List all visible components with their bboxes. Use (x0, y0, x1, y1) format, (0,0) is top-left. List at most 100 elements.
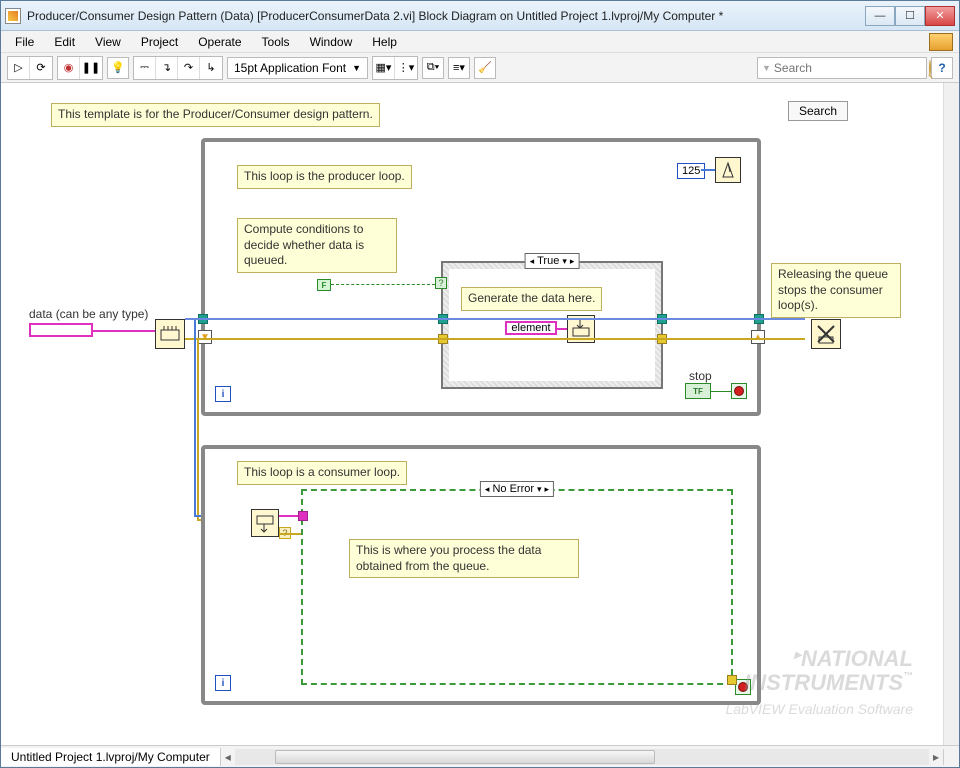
case-next-icon[interactable]: ▸ (545, 484, 550, 495)
menubar: File Edit View Project Operate Tools Win… (1, 31, 959, 53)
stop-control[interactable]: TF (685, 383, 711, 399)
scrollbar-thumb[interactable] (275, 750, 655, 764)
wire-dequeue-error (279, 533, 301, 535)
step-out-button[interactable]: ↳ (200, 57, 222, 79)
search-box[interactable]: ▼ (757, 57, 927, 79)
titlebar[interactable]: Producer/Consumer Design Pattern (Data) … (1, 1, 959, 31)
wire-error-main (185, 338, 805, 340)
close-button[interactable]: ✕ (925, 6, 955, 26)
case-tunnel-data (298, 511, 308, 521)
data-control[interactable] (29, 323, 93, 337)
search-palette-button[interactable]: Search (788, 101, 848, 121)
watermark: ▸NATIONAL INSTRUMENTS™ (744, 647, 913, 695)
release-comment[interactable]: Releasing the queue stops the consumer l… (771, 263, 901, 318)
case-prev-icon[interactable]: ◂ (530, 256, 535, 267)
generate-comment[interactable]: Generate the data here. (461, 287, 602, 311)
process-comment[interactable]: This is where you process the data obtai… (349, 539, 579, 578)
horizontal-scrollbar[interactable] (235, 749, 929, 765)
labview-icon (5, 8, 21, 24)
compute-comment[interactable]: Compute conditions to decide whether dat… (237, 218, 397, 273)
consumer-loop-condition[interactable] (735, 679, 751, 695)
run-continuous-button[interactable]: ⟳ (30, 57, 52, 79)
search-icon (929, 60, 931, 76)
enqueue-icon (570, 318, 592, 340)
menu-view[interactable]: View (87, 33, 129, 51)
chevron-down-icon: ▼ (352, 63, 361, 73)
menu-help[interactable]: Help (364, 33, 405, 51)
metronome-icon (718, 160, 738, 180)
consumer-comment[interactable]: This loop is a consumer loop. (237, 461, 407, 485)
wire-queue-down (194, 320, 196, 516)
step-into-button[interactable]: ↴ (156, 57, 178, 79)
producer-comment[interactable]: This loop is the producer loop. (237, 165, 412, 189)
run-button[interactable]: ▷ (8, 57, 30, 79)
abort-button[interactable]: ◉ (58, 57, 80, 79)
wire-stop (711, 391, 731, 392)
menu-project[interactable]: Project (133, 33, 186, 51)
dequeue-element-node[interactable] (251, 509, 279, 537)
toolbar: ▷ ⟳ ◉ ❚❚ 💡 ⎓ ↴ ↷ ↳ 15pt Application Font… (1, 53, 959, 83)
case-selector-terminal[interactable]: ? (435, 277, 447, 289)
highlight-button[interactable]: 💡 (107, 57, 129, 79)
wire-pink (93, 330, 155, 332)
shift-register-left: ▼ (198, 330, 212, 344)
retain-wires-button[interactable]: ⎓ (134, 57, 156, 79)
window-title: Producer/Consumer Design Pattern (Data) … (27, 9, 865, 23)
case-selector-noerror[interactable]: ◂ No Error ▾ ▸ (480, 481, 554, 497)
wait-ms-node[interactable] (715, 157, 741, 183)
release-queue-node[interactable] (811, 319, 841, 349)
case-selector-true[interactable]: ◂ True ▾ ▸ (525, 253, 580, 269)
template-comment[interactable]: This template is for the Producer/Consum… (51, 103, 380, 127)
ms-constant[interactable]: 125 (677, 163, 705, 179)
resize-button[interactable]: ⧉▾ (422, 57, 444, 79)
vertical-scrollbar[interactable] (943, 83, 959, 745)
case-prev-icon[interactable]: ◂ (485, 484, 490, 495)
loop-condition-terminal[interactable] (731, 383, 747, 399)
stop-icon (738, 682, 748, 692)
reorder-button[interactable]: ≡▾ (448, 57, 470, 79)
wire-bool (331, 284, 435, 285)
menu-tools[interactable]: Tools (254, 33, 298, 51)
stop-label: stop (689, 369, 712, 383)
wire-blue (701, 169, 715, 171)
search-input[interactable] (774, 61, 929, 75)
menu-edit[interactable]: Edit (46, 33, 83, 51)
menu-operate[interactable]: Operate (190, 33, 249, 51)
case-dropdown-icon[interactable]: ▾ (562, 256, 567, 267)
resize-grip[interactable] (943, 749, 959, 765)
maximize-button[interactable]: ☐ (895, 6, 925, 26)
menu-window[interactable]: Window (302, 33, 361, 51)
false-constant[interactable]: F (317, 279, 331, 291)
chevron-down-icon: ▼ (762, 63, 771, 73)
obtain-queue-node[interactable] (155, 319, 185, 349)
scroll-left-button[interactable]: ◂ (221, 750, 235, 764)
menu-file[interactable]: File (7, 33, 42, 51)
align-button[interactable]: ▦▾ (373, 57, 395, 79)
scroll-right-button[interactable]: ▸ (929, 750, 943, 764)
cleanup-button[interactable]: 🧹 (474, 57, 496, 79)
step-over-button[interactable]: ↷ (178, 57, 200, 79)
vi-icon[interactable] (929, 33, 953, 51)
application-window: Producer/Consumer Design Pattern (Data) … (0, 0, 960, 768)
minimize-button[interactable]: — (865, 6, 895, 26)
block-diagram-canvas[interactable]: This template is for the Producer/Consum… (1, 83, 959, 745)
case-dropdown-icon[interactable]: ▾ (537, 484, 542, 495)
iteration-terminal[interactable]: i (215, 386, 231, 402)
context-help-button[interactable]: ? (931, 57, 953, 79)
queue-icon (158, 322, 182, 346)
wire-element (557, 328, 567, 330)
font-dropdown[interactable]: 15pt Application Font ▼ (227, 57, 368, 79)
case-next-icon[interactable]: ▸ (570, 256, 575, 267)
wire-error-down (197, 340, 199, 520)
pause-button[interactable]: ❚❚ (80, 57, 102, 79)
consumer-error-tunnel (727, 675, 737, 685)
case-structure-consumer[interactable]: ◂ No Error ▾ ▸ (301, 489, 733, 685)
wire-queue-main (185, 318, 805, 320)
distribute-button[interactable]: ⋮▾ (395, 57, 417, 79)
statusbar: Untitled Project 1.lvproj/My Computer ◂ … (1, 745, 959, 767)
stop-icon (734, 386, 744, 396)
iteration-terminal-consumer[interactable]: i (215, 675, 231, 691)
project-path-tab[interactable]: Untitled Project 1.lvproj/My Computer (1, 748, 221, 766)
element-control[interactable]: element (505, 321, 557, 335)
dequeue-icon (254, 512, 276, 534)
